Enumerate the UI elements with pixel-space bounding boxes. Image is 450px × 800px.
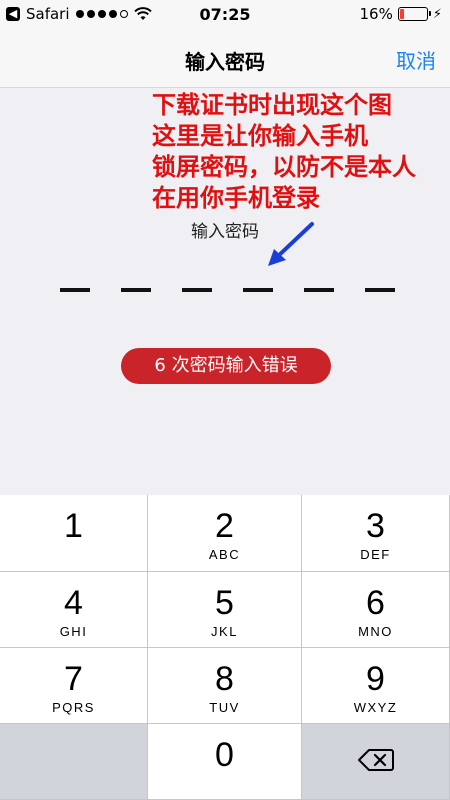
passcode-digit-slot	[60, 288, 90, 292]
passcode-field[interactable]	[60, 288, 395, 292]
charging-bolt-icon: ⚡	[432, 6, 442, 22]
passcode-digit-slot	[182, 288, 212, 292]
annotation-line: 在用你手机登录	[152, 184, 320, 212]
battery-level-fill	[399, 9, 405, 19]
key-7[interactable]: 7 PQRS	[0, 648, 148, 724]
key-9[interactable]: 9 WXYZ	[302, 648, 450, 724]
key-1[interactable]: 1	[0, 495, 148, 572]
key-blank	[0, 724, 148, 800]
key-letters: JKL	[211, 624, 238, 639]
cancel-button[interactable]: 取消	[396, 45, 436, 74]
key-digit: 4	[64, 584, 83, 622]
delete-key[interactable]	[302, 724, 450, 800]
navigation-bar: 输入密码 取消	[0, 30, 450, 88]
numeric-keypad: 1 2 ABC 3 DEF 4 GHI 5 JKL 6 MNO 7 PQRS 8…	[0, 495, 450, 800]
key-letters: TUV	[209, 700, 240, 715]
key-5[interactable]: 5 JKL	[148, 572, 302, 648]
status-bar: ◀ Safari 07:25 16% ⚡	[0, 0, 450, 30]
key-letters: GHI	[59, 624, 88, 639]
key-3[interactable]: 3 DEF	[302, 495, 450, 572]
key-letters: DEF	[360, 547, 391, 562]
annotation-text: 下载证书时出现这个图 这里是让你输入手机 锁屏密码，以防不是本人 在用你手机登录	[152, 90, 442, 214]
status-bar-right: 16% ⚡	[360, 5, 442, 23]
battery-percent: 16%	[359, 5, 393, 23]
annotation-line: 锁屏密码，以防不是本人	[152, 153, 416, 181]
passcode-digit-slot	[365, 288, 395, 292]
passcode-digit-slot	[121, 288, 151, 292]
key-digit: 5	[215, 584, 234, 622]
key-letters: WXYZ	[353, 700, 398, 715]
key-0[interactable]: 0	[148, 724, 302, 800]
battery-icon	[397, 7, 431, 21]
key-8[interactable]: 8 TUV	[148, 648, 302, 724]
key-2[interactable]: 2 ABC	[148, 495, 302, 572]
key-digit: 2	[215, 507, 234, 545]
key-letters: ABC	[208, 547, 241, 562]
passcode-digit-slot	[304, 288, 334, 292]
passcode-digit-slot	[243, 288, 273, 292]
failed-attempts-badge: 6 次密码输入错误	[121, 348, 331, 384]
key-letters: MNO	[358, 624, 393, 639]
key-digit: 6	[366, 584, 385, 622]
key-digit: 9	[366, 660, 385, 698]
page-title: 输入密码	[185, 50, 265, 74]
annotation-line: 下载证书时出现这个图	[152, 91, 392, 119]
key-digit: 7	[64, 660, 83, 698]
key-digit: 0	[215, 736, 234, 774]
annotation-line: 这里是让你输入手机	[152, 122, 368, 150]
delete-backspace-icon	[358, 749, 394, 771]
key-digit: 1	[64, 507, 83, 545]
key-4[interactable]: 4 GHI	[0, 572, 148, 648]
passcode-prompt: 输入密码	[191, 222, 259, 242]
key-6[interactable]: 6 MNO	[302, 572, 450, 648]
key-letters: PQRS	[52, 700, 95, 715]
key-digit: 3	[366, 507, 385, 545]
key-digit: 8	[215, 660, 234, 698]
